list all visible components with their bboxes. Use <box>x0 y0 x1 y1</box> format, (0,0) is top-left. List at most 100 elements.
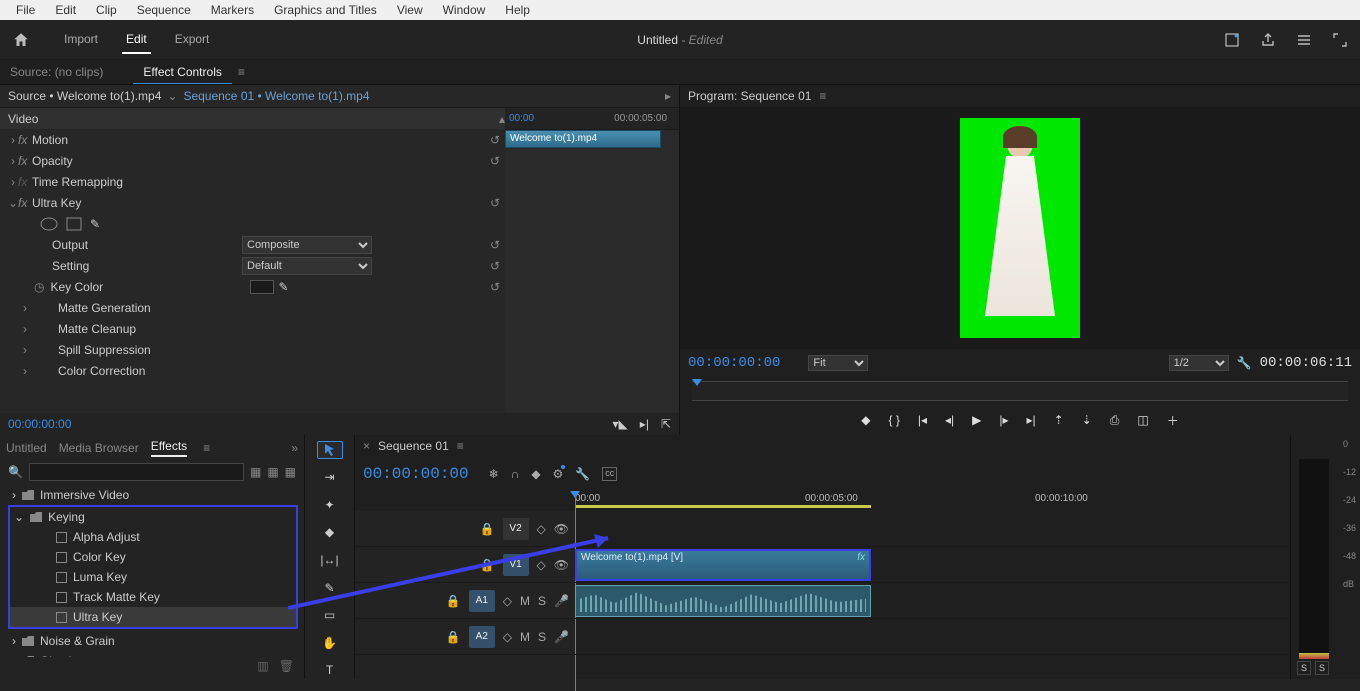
matteclean-twirl[interactable]: › <box>20 322 30 336</box>
lane-a2[interactable] <box>575 619 1290 655</box>
hand-tool-icon[interactable]: ✋ <box>317 634 343 652</box>
ec-filter-icon[interactable]: ▾◣ <box>613 417 628 431</box>
keycolor-anim-icon[interactable]: ◷ <box>34 280 44 294</box>
work-area-bar[interactable] <box>575 505 871 508</box>
ec-pin-icon[interactable]: ▸| <box>640 417 649 431</box>
step-back-icon[interactable]: ◂| <box>945 413 954 427</box>
mode-import[interactable]: Import <box>60 26 102 54</box>
effect-color-key[interactable]: Color Key <box>73 550 126 564</box>
track-v2[interactable]: V2 <box>503 518 529 540</box>
prop-time-remapping[interactable]: Time Remapping <box>32 175 505 189</box>
track-lanes[interactable]: Welcome to(1).mp4 [V]fx <box>575 511 1290 679</box>
linked-sel-icon[interactable]: ∩ <box>511 467 520 481</box>
a1-mute[interactable]: M <box>520 594 530 608</box>
menu-graphics[interactable]: Graphics and Titles <box>266 1 385 19</box>
lane-v1[interactable]: Welcome to(1).mp4 [V]fx <box>575 547 1290 583</box>
menu-edit[interactable]: Edit <box>47 1 84 19</box>
razor-tool-icon[interactable]: ◆ <box>317 524 343 542</box>
mode-export[interactable]: Export <box>171 26 214 54</box>
a2-lock-icon[interactable]: 🔒 <box>446 630 461 644</box>
wrench2-icon[interactable]: 🔧 <box>575 467 590 481</box>
opacity-reset-icon[interactable]: ↺ <box>485 154 505 168</box>
v2-eye-icon[interactable]: 👁 <box>554 522 569 536</box>
folder-twirl[interactable]: › <box>12 634 16 648</box>
rect-tool-icon[interactable]: ▭ <box>317 606 343 624</box>
export-frame-icon[interactable]: ⎙ <box>1110 413 1120 428</box>
fx-badge-3-icon[interactable]: ▦ <box>285 465 296 479</box>
tab-effects[interactable]: Effects <box>151 439 187 457</box>
menu-file[interactable]: File <box>8 1 43 19</box>
meter-solo-l[interactable]: S <box>1297 661 1311 675</box>
track-v1[interactable]: V1 <box>503 554 529 576</box>
share-icon[interactable] <box>1260 32 1276 48</box>
tab-untitled[interactable]: Untitled <box>6 441 47 455</box>
tl-settings-icon[interactable]: ⚙ <box>553 467 564 481</box>
program-res-select[interactable]: 1/2 <box>1169 355 1229 371</box>
delete-icon[interactable]: 🗑 <box>279 659 294 677</box>
prop-spill[interactable]: Spill Suppression <box>30 343 505 357</box>
timeline-ruler[interactable]: 00:00 00:00:05:00 00:00:10:00 <box>575 491 1290 511</box>
spill-twirl[interactable]: › <box>20 343 30 357</box>
folder-immersive[interactable]: Immersive Video <box>40 488 129 502</box>
eyedropper-icon[interactable]: ✎ <box>278 280 288 294</box>
type-tool-icon[interactable]: T <box>317 662 343 680</box>
pen-tool-icon[interactable]: ✎ <box>317 579 343 597</box>
a1-lock-icon[interactable]: 🔒 <box>446 594 461 608</box>
lane-a1[interactable] <box>575 583 1290 619</box>
effects-menu-icon[interactable]: ≡ <box>203 441 210 455</box>
menu-sequence[interactable]: Sequence <box>129 1 199 19</box>
effect-ultra-key[interactable]: Ultra Key <box>73 610 122 624</box>
ec-play-icon[interactable]: ▸ <box>665 89 671 103</box>
effects-search-input[interactable] <box>29 463 244 481</box>
ec-clip-bar[interactable]: Welcome to(1).mp4 <box>505 130 661 148</box>
program-timecode[interactable]: 00:00:00:00 <box>688 355 780 371</box>
play-icon[interactable]: ▶ <box>972 413 981 427</box>
v2-lock-icon[interactable]: 🔒 <box>480 522 495 536</box>
track-a2[interactable]: A2 <box>469 626 495 648</box>
effect-alpha-adjust[interactable]: Alpha Adjust <box>73 530 140 544</box>
prop-ultra-key[interactable]: Ultra Key <box>32 196 485 210</box>
mark-out-icon[interactable]: { } <box>888 413 899 427</box>
ultra-twirl[interactable]: ⌄ <box>8 196 18 210</box>
prop-opacity[interactable]: Opacity <box>32 154 485 168</box>
program-playhead[interactable] <box>692 379 702 391</box>
add-marker-icon[interactable]: ＋ <box>1167 412 1179 429</box>
effect-controls-timeline[interactable]: 00:0000:00:05:00 Welcome to(1).mp4 <box>505 108 679 413</box>
effects-overflow-icon[interactable]: » <box>291 441 298 455</box>
folder-twirl-keying[interactable]: ⌄ <box>14 510 24 524</box>
quick-export-icon[interactable] <box>1224 32 1240 48</box>
effect-track-matte-key[interactable]: Track Matte Key <box>73 590 160 604</box>
time-twirl[interactable]: › <box>8 175 18 189</box>
menu-markers[interactable]: Markers <box>203 1 262 19</box>
mask-pen-icon[interactable]: ✎ <box>90 217 100 231</box>
folder-twirl[interactable]: › <box>12 488 16 502</box>
a1-solo[interactable]: S <box>538 594 546 608</box>
wrench-icon[interactable]: 🔧 <box>1237 356 1252 370</box>
prop-matte-cleanup[interactable]: Matte Cleanup <box>30 322 505 336</box>
lane-v2[interactable] <box>575 511 1290 547</box>
v1-eye-icon[interactable]: 👁 <box>554 558 569 572</box>
caption-icon[interactable]: cc <box>602 467 617 481</box>
step-fwd-icon[interactable]: |▸ <box>999 413 1008 427</box>
keycolor-swatch[interactable] <box>250 280 274 294</box>
prop-setting-select[interactable]: Default <box>242 257 372 275</box>
extract-icon[interactable]: ⇣ <box>1082 413 1092 427</box>
program-scrubber[interactable] <box>692 381 1348 401</box>
ripple-tool-icon[interactable]: ✦ <box>317 496 343 514</box>
a2-mic-icon[interactable]: 🎤 <box>554 630 569 644</box>
timeline-close-icon[interactable]: × <box>363 439 370 453</box>
a1-toggle-icon[interactable]: ◇ <box>503 594 512 608</box>
mark-in-icon[interactable]: ◆ <box>861 413 870 427</box>
colorcorr-twirl[interactable]: › <box>20 364 30 378</box>
ec-chevron-icon[interactable]: ⌄ <box>167 89 177 103</box>
program-zoom-select[interactable]: Fit <box>808 355 868 371</box>
prop-output-select[interactable]: Composite <box>242 236 372 254</box>
mask-rect-icon[interactable] <box>66 217 82 231</box>
tab-media-browser[interactable]: Media Browser <box>59 441 139 455</box>
menu-view[interactable]: View <box>389 1 431 19</box>
compare-icon[interactable]: ◫ <box>1137 413 1148 427</box>
v1-toggle-icon[interactable]: ◇ <box>537 558 546 572</box>
track-a1[interactable]: A1 <box>469 590 495 612</box>
ec-export-icon[interactable]: ⇱ <box>661 417 671 431</box>
lift-icon[interactable]: ⇡ <box>1054 413 1064 427</box>
